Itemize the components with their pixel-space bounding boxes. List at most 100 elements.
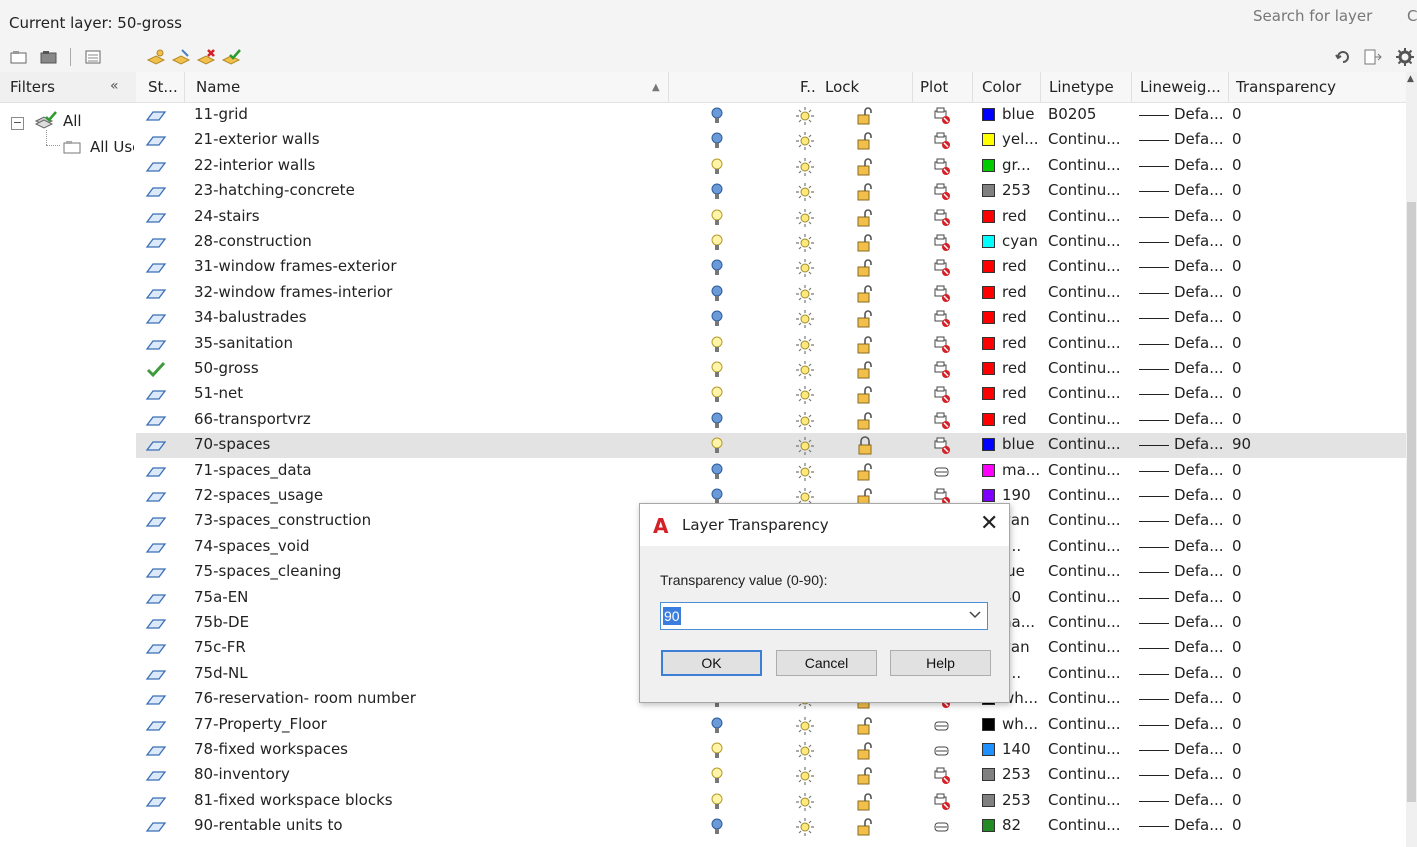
column-header-color[interactable]: Color: [982, 78, 1021, 96]
layer-row[interactable]: 66-transportvrz red Continu... Defa... 0: [136, 408, 1406, 433]
printer-no-plot-icon[interactable]: [932, 284, 952, 304]
layer-name[interactable]: 75d-NL: [194, 664, 248, 682]
layer-name[interactable]: 23-hatching-concrete: [194, 181, 355, 199]
transparency[interactable]: 0: [1232, 537, 1242, 555]
lineweight[interactable]: Defa...: [1174, 334, 1224, 352]
color-name[interactable]: red: [1002, 359, 1027, 377]
column-separator[interactable]: [1131, 72, 1132, 102]
color-swatch[interactable]: [982, 209, 995, 223]
transparency[interactable]: 0: [1232, 613, 1242, 631]
sun-thaw-icon[interactable]: [795, 716, 815, 736]
lock-open-icon[interactable]: [856, 157, 876, 177]
linetype[interactable]: Continu...: [1048, 232, 1121, 250]
layer-name[interactable]: 77-Property_Floor: [194, 715, 327, 733]
color-swatch[interactable]: [982, 336, 995, 350]
lineweight[interactable]: Defa...: [1174, 461, 1224, 479]
bulb-off-icon[interactable]: [710, 741, 730, 761]
layer-name[interactable]: 76-reservation- room number: [194, 689, 416, 707]
layer-row[interactable]: 31-window frames-exterior red Continu... De…: [136, 255, 1406, 280]
sun-thaw-icon[interactable]: [795, 792, 815, 812]
layer-name[interactable]: 35-sanitation: [194, 334, 293, 352]
lineweight[interactable]: Defa...: [1174, 537, 1224, 555]
layer-status-icon[interactable]: [144, 665, 168, 685]
lock-open-icon[interactable]: [856, 792, 876, 812]
layer-status-icon[interactable]: [144, 741, 168, 761]
linetype[interactable]: Continu...: [1048, 613, 1121, 631]
bulb-on-icon[interactable]: [710, 106, 730, 126]
layer-name[interactable]: 34-balustrades: [194, 308, 307, 326]
color-swatch[interactable]: [982, 311, 995, 325]
layer-name[interactable]: 70-spaces: [194, 435, 270, 453]
layer-name[interactable]: 80-inventory: [194, 765, 290, 783]
lock-open-icon[interactable]: [856, 106, 876, 126]
layer-row[interactable]: 35-sanitation red Continu... Defa... 0: [136, 332, 1406, 357]
color-swatch[interactable]: [982, 438, 995, 452]
sun-thaw-icon[interactable]: [795, 335, 815, 355]
bulb-off-icon[interactable]: [710, 335, 730, 355]
bulb-off-icon[interactable]: [710, 385, 730, 405]
layer-status-icon[interactable]: [144, 157, 168, 177]
sun-thaw-icon[interactable]: [795, 258, 815, 278]
linetype[interactable]: Continu...: [1048, 410, 1121, 428]
transparency[interactable]: 0: [1232, 562, 1242, 580]
bulb-on-icon[interactable]: [710, 716, 730, 736]
linetype[interactable]: Continu...: [1048, 740, 1121, 758]
printer-no-plot-icon[interactable]: [932, 157, 952, 177]
transparency[interactable]: 0: [1232, 588, 1242, 606]
layer-status-icon[interactable]: [144, 766, 168, 786]
printer-no-plot-icon[interactable]: [932, 766, 952, 786]
bulb-on-icon[interactable]: [710, 462, 730, 482]
layer-status-icon[interactable]: [144, 817, 168, 837]
color-swatch[interactable]: [982, 108, 995, 121]
lineweight[interactable]: Defa...: [1174, 130, 1224, 148]
color-name[interactable]: red: [1002, 384, 1027, 402]
color-swatch[interactable]: [982, 768, 995, 782]
sun-thaw-icon[interactable]: [795, 462, 815, 482]
layer-status-icon[interactable]: [144, 792, 168, 812]
transparency[interactable]: 0: [1232, 715, 1242, 733]
new-layer-vp-frozen-icon[interactable]: [170, 46, 192, 68]
refresh-icon[interactable]: [1332, 46, 1354, 68]
color-name[interactable]: red: [1002, 207, 1027, 225]
printer-no-plot-icon[interactable]: [932, 385, 952, 405]
transparency[interactable]: 0: [1232, 130, 1242, 148]
transparency[interactable]: 0: [1232, 689, 1242, 707]
transparency[interactable]: 0: [1232, 257, 1242, 275]
layer-status-icon[interactable]: [144, 690, 168, 710]
layer-name[interactable]: 24-stairs: [194, 207, 260, 225]
column-separator[interactable]: [912, 72, 913, 102]
layer-name[interactable]: 75a-EN: [194, 588, 248, 606]
lock-open-icon[interactable]: [856, 716, 876, 736]
column-header-freeze[interactable]: F..: [800, 78, 816, 96]
tree-item-all[interactable]: All: [63, 112, 82, 130]
transparency[interactable]: 0: [1232, 638, 1242, 656]
color-swatch[interactable]: [982, 133, 995, 147]
scroll-up-icon[interactable]: ▲: [1407, 74, 1414, 84]
layer-row[interactable]: 32-window frames-interior red Continu... De…: [136, 281, 1406, 306]
bulb-off-icon[interactable]: [710, 208, 730, 228]
lock-closed-icon[interactable]: [856, 436, 876, 456]
lineweight[interactable]: Defa...: [1174, 664, 1224, 682]
lineweight[interactable]: Defa...: [1174, 588, 1224, 606]
color-name[interactable]: red: [1002, 257, 1027, 275]
printer-icon[interactable]: [932, 462, 952, 482]
layer-row[interactable]: 90-rentable units to 82 Continu... Defa... 0: [136, 814, 1406, 839]
layer-status-icon[interactable]: [144, 614, 168, 634]
set-current-icon[interactable]: [220, 46, 242, 68]
linetype[interactable]: Continu...: [1048, 156, 1121, 174]
transparency[interactable]: 0: [1232, 816, 1242, 834]
linetype[interactable]: Continu...: [1048, 562, 1121, 580]
lineweight[interactable]: Defa...: [1174, 765, 1224, 783]
color-swatch[interactable]: [982, 819, 995, 833]
bulb-off-icon[interactable]: [710, 157, 730, 177]
lock-open-icon[interactable]: [856, 335, 876, 355]
gear-icon[interactable]: [1394, 46, 1416, 68]
layer-status-icon[interactable]: [144, 335, 168, 355]
layer-name[interactable]: 75b-DE: [194, 613, 249, 631]
lineweight[interactable]: Defa...: [1174, 308, 1224, 326]
layer-status-icon[interactable]: [144, 233, 168, 253]
layer-row[interactable]: 28-construction cyan Continu... Defa... 0: [136, 230, 1406, 255]
layer-status-icon[interactable]: [144, 309, 168, 329]
sun-thaw-icon[interactable]: [795, 411, 815, 431]
sun-thaw-icon[interactable]: [795, 284, 815, 304]
